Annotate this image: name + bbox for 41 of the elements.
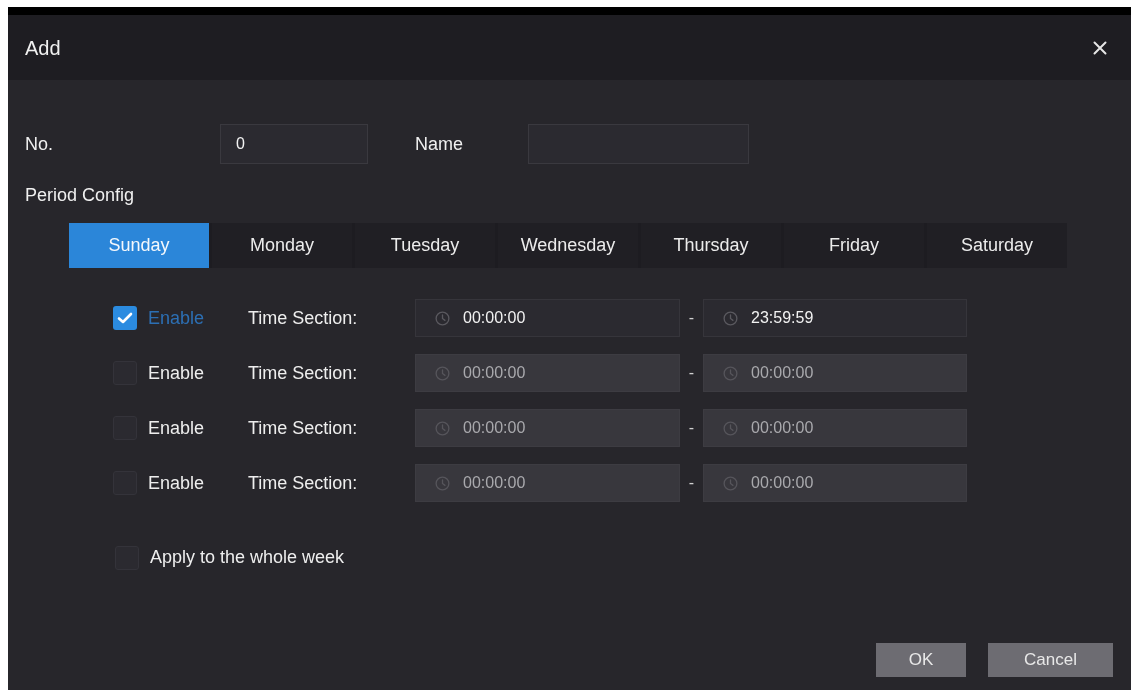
- close-button[interactable]: [1091, 38, 1109, 57]
- time-field[interactable]: 00:00:00: [415, 299, 680, 337]
- enable-label: Enable: [148, 416, 206, 440]
- clock-icon: [435, 310, 450, 326]
- enable-label: Enable: [148, 361, 206, 385]
- cancel-button[interactable]: Cancel: [988, 643, 1113, 677]
- time-field[interactable]: 00:00:00: [415, 354, 680, 392]
- clock-icon: [723, 310, 738, 326]
- time-section-label: Time Section:: [248, 361, 359, 385]
- time-section-label: Time Section:: [248, 416, 359, 440]
- clock-icon: [723, 420, 738, 436]
- time-field[interactable]: 00:00:00: [415, 409, 680, 447]
- time-field[interactable]: 00:00:00: [703, 464, 967, 502]
- range-separator: -: [687, 418, 696, 438]
- range-separator: -: [687, 363, 696, 383]
- enable-label: Enable: [148, 306, 206, 330]
- enable-label: Enable: [148, 471, 206, 495]
- range-separator: -: [687, 473, 696, 493]
- day-tab[interactable]: Sunday: [69, 223, 209, 268]
- check-icon: [117, 312, 133, 324]
- time-field[interactable]: 23:59:59: [703, 299, 967, 337]
- clock-icon: [723, 365, 738, 381]
- time-section-label: Time Section:: [248, 306, 359, 330]
- field-label: No.: [25, 132, 54, 156]
- apply-week-label: Apply to the whole week: [150, 546, 345, 569]
- clock-icon: [435, 420, 450, 436]
- text-field[interactable]: 0: [220, 124, 368, 164]
- dialog-title: Add: [25, 35, 61, 61]
- close-icon: [1093, 40, 1107, 55]
- range-separator: -: [687, 308, 696, 328]
- ok-button[interactable]: OK: [876, 643, 966, 677]
- time-field[interactable]: 00:00:00: [415, 464, 680, 502]
- section-label: Period Config: [25, 184, 135, 207]
- time-section-label: Time Section:: [248, 471, 359, 495]
- time-field[interactable]: 00:00:00: [703, 354, 967, 392]
- clock-icon: [723, 475, 738, 491]
- clock-icon: [435, 475, 450, 491]
- time-field[interactable]: 00:00:00: [703, 409, 967, 447]
- clock-icon: [435, 365, 450, 381]
- checkbox[interactable]: [113, 306, 137, 330]
- field-label: Name: [415, 132, 464, 156]
